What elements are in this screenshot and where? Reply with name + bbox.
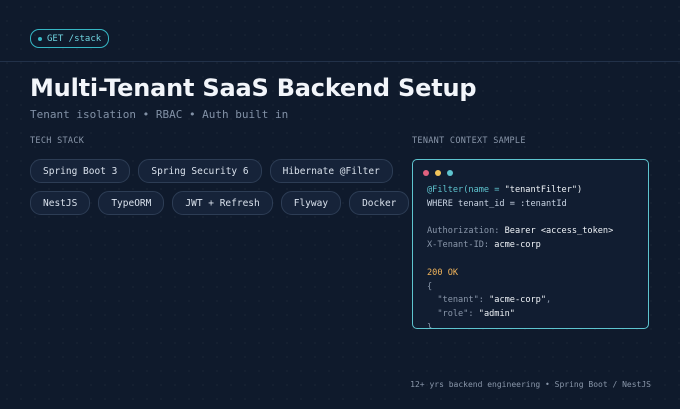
tech-tag[interactable]: Spring Boot 3 [30,159,131,183]
window-dots [423,170,453,176]
page-title: Multi-Tenant SaaS Backend Setup [30,74,477,102]
code-token: acme-corp [494,240,541,251]
code-token: , [546,295,552,306]
code-token: "acme-corp" [489,295,547,306]
code-line: Authorization: Bearer <access_token> [427,225,613,239]
code-token: Bearer <access_token> [504,226,614,237]
page: { "endpoint_badge": {"label": "GET /stac… [0,0,680,409]
tech-tag[interactable]: JWT + Refresh [172,191,273,215]
code-token: Authorization: [427,226,505,237]
status-dot-icon [38,36,42,41]
code-line: WHERE tenant_id = :tenantId [427,198,613,212]
footer-text: 12+ yrs backend engineering • Spring Boo… [410,380,651,389]
header-divider [0,61,680,62]
code-lines: @Filter(name = "tenantFilter") WHERE tena… [427,184,613,329]
code-token: "admin" [478,309,515,320]
code-token: "role" [427,309,469,320]
code-token: : [478,295,490,306]
page-subtitle: Tenant isolation • RBAC • Auth built in [30,108,289,121]
maximize-dot-icon [447,170,453,176]
code-line: { [427,281,613,295]
minimize-dot-icon [435,170,441,176]
code-token: { [427,281,433,292]
tenant-context-label: TENANT CONTEXT SAMPLE [412,136,526,146]
code-token: 200 OK [427,267,459,278]
endpoint-badge[interactable]: GET /stack [30,29,110,48]
endpoint-badge-label: GET /stack [47,33,102,44]
code-token: X-Tenant-ID: [427,240,495,251]
code-token: @Filter(name = [427,185,505,195]
code-line: } [427,322,613,329]
tech-stack-tags: Spring Boot 3 Spring Security 6 Hibernate … [30,159,410,223]
code-token: } [427,322,433,329]
code-token: ) [577,185,583,195]
tech-tag[interactable]: Spring Security 6 [138,159,262,183]
code-token: "tenant" [427,295,479,306]
tech-tag[interactable]: TypeORM [98,191,165,215]
code-token: WHERE tenant_id = :tenantId [427,198,567,209]
code-line: "tenant": "acme-corp", [427,294,613,308]
tenant-context-code-window: @Filter(name = "tenantFilter") WHERE tena… [412,159,649,329]
tag-row: Spring Boot 3 Spring Security 6 Hibernate … [30,159,393,183]
code-token: "tenantFilter" [504,185,578,195]
code-line: X-Tenant-ID: acme-corp [427,239,613,253]
code-token: : [468,309,479,320]
tech-tag[interactable]: Flyway [280,191,342,215]
tech-tag[interactable]: NestJS [30,191,91,215]
code-line: 200 OK [427,267,613,281]
tech-stack-label: TECH STACK [30,136,85,146]
tag-row: NestJS TypeORM JWT + Refresh Flyway Docker [30,191,410,215]
code-line: @Filter(name = "tenantFilter") [427,184,613,198]
close-dot-icon [423,170,429,176]
tech-tag[interactable]: Hibernate @Filter [269,159,393,183]
tech-tag[interactable]: Docker [349,191,410,215]
code-line: "role": "admin" [427,308,613,322]
